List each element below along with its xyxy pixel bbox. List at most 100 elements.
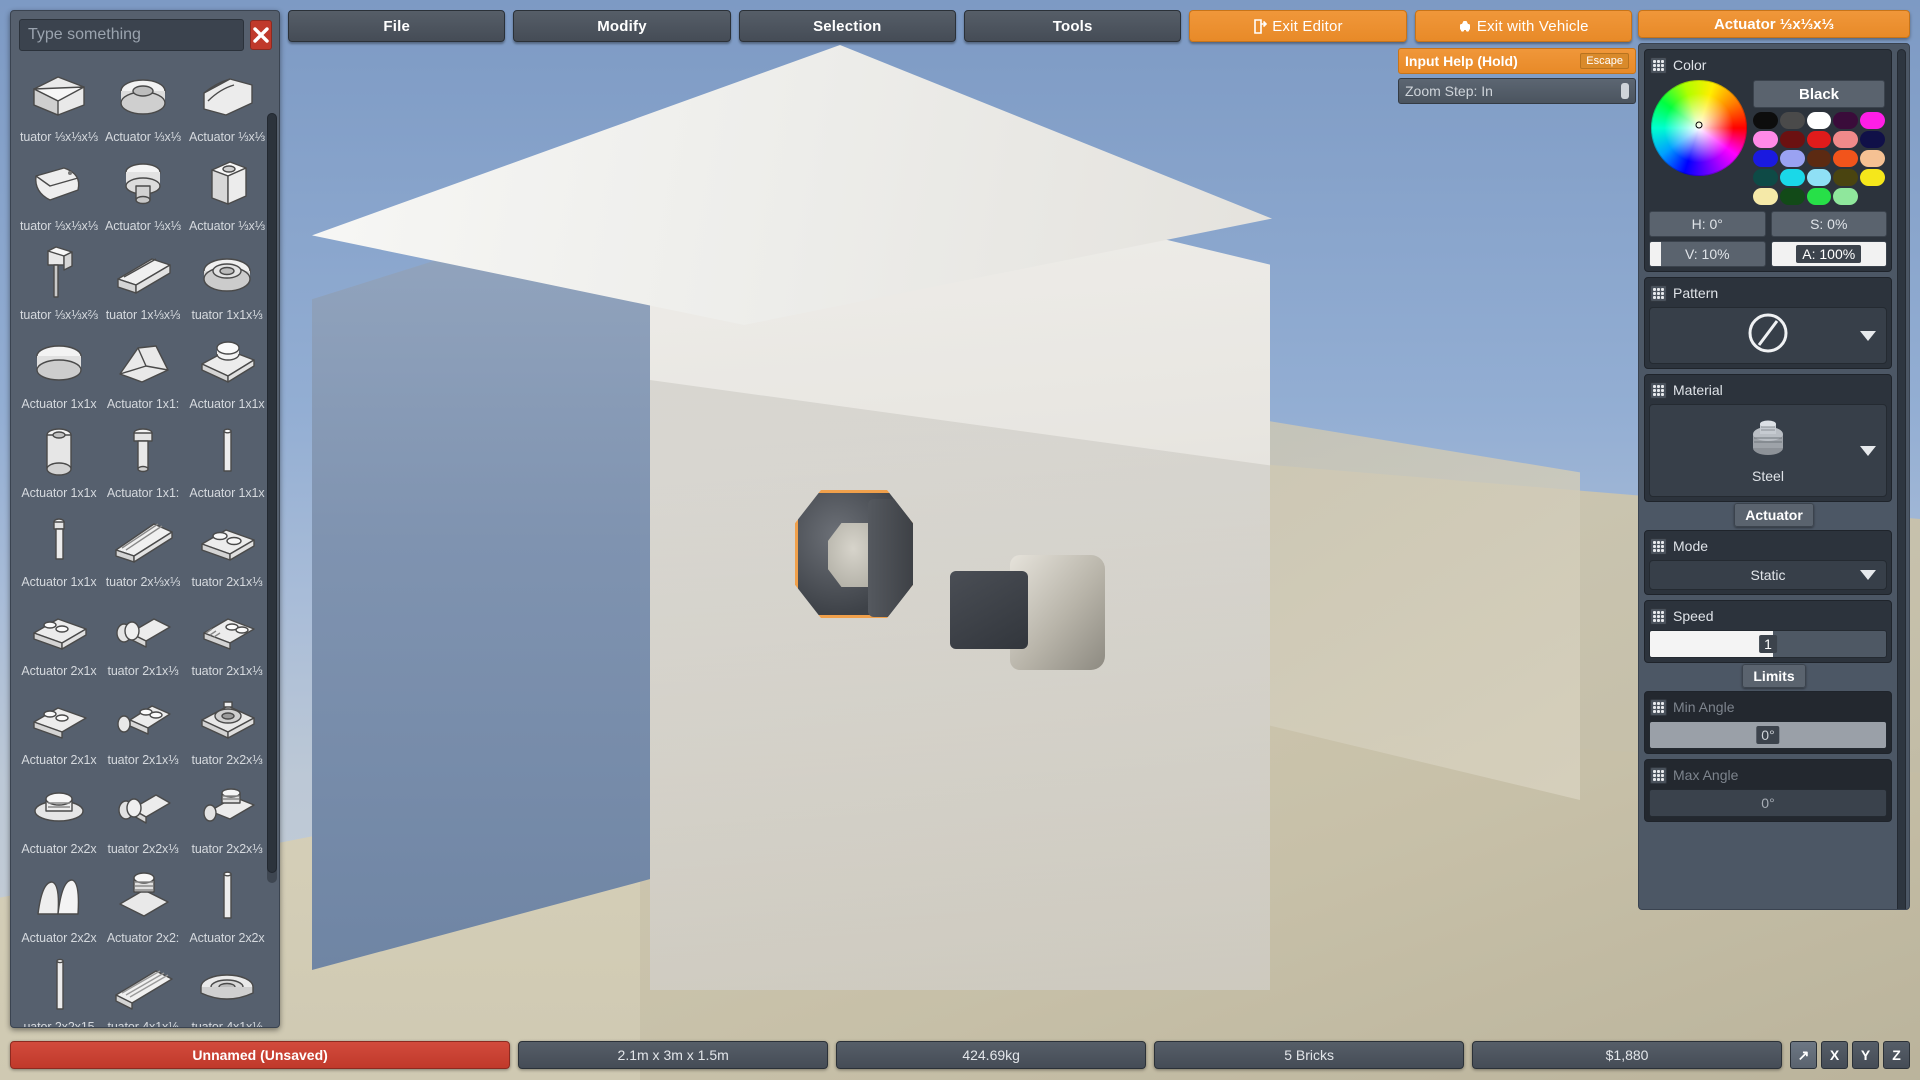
color-swatch[interactable] (1806, 169, 1832, 186)
grid-handle-icon[interactable] (1650, 56, 1667, 74)
palette-item[interactable]: tuator ⅓x⅓x⅓ (17, 146, 101, 235)
color-swatch[interactable] (1806, 112, 1832, 129)
grid-handle-icon[interactable] (1650, 537, 1667, 555)
palette-item[interactable]: Actuator ⅓x⅓ (101, 57, 185, 146)
color-swatch[interactable] (1860, 150, 1885, 167)
palette-item[interactable]: tuator 2x2x⅓ (101, 769, 185, 858)
palette-item[interactable]: Actuator 2x2x (185, 858, 269, 947)
palette-item[interactable]: tuator 2x⅓x⅓ (101, 502, 185, 591)
color-swatch[interactable] (1833, 150, 1859, 167)
palette-item[interactable]: tuator 4x1x⅓ (101, 947, 185, 1027)
color-swatch[interactable] (1753, 131, 1778, 148)
color-name-button[interactable]: Black (1753, 80, 1885, 108)
palette-item[interactable]: tuator 4x1x⅓ (185, 947, 269, 1027)
menu-button-modify[interactable]: Modify (513, 10, 731, 42)
grid-handle-icon[interactable] (1650, 284, 1667, 302)
limits-button[interactable]: Limits (1742, 664, 1806, 688)
axis-x-button[interactable]: X (1821, 1041, 1849, 1069)
max-angle-slider[interactable]: 0° (1649, 789, 1887, 817)
3d-viewport[interactable] (0, 0, 1920, 1080)
color-swatch[interactable] (1753, 169, 1778, 186)
palette-item[interactable]: Actuator ⅓x⅓ (185, 57, 269, 146)
palette-item[interactable]: Actuator 1x1x (17, 324, 101, 413)
axis-y-button[interactable]: Y (1852, 1041, 1880, 1069)
hue-field[interactable]: H: 0° (1649, 211, 1766, 237)
color-swatch[interactable] (1806, 150, 1832, 167)
color-swatch[interactable] (1779, 150, 1805, 167)
color-swatch[interactable] (1833, 188, 1859, 205)
palette-item[interactable]: tuator ⅓x⅓x⅓ (17, 57, 101, 146)
alpha-field[interactable]: A: 100% (1770, 241, 1887, 267)
palette-item[interactable]: uator 2x2x15 (17, 947, 101, 1027)
grid-handle-icon[interactable] (1650, 698, 1667, 716)
pattern-dropdown[interactable] (1649, 307, 1887, 364)
axis-z-button[interactable]: Z (1883, 1041, 1911, 1069)
color-swatch[interactable] (1779, 112, 1805, 129)
search-input[interactable] (19, 19, 244, 51)
menu-button-file[interactable]: File (288, 10, 506, 42)
palette-item[interactable]: Actuator 1x1x (17, 502, 101, 591)
grid-handle-icon[interactable] (1650, 607, 1667, 625)
palette-item[interactable]: Actuator ⅓x⅓ (101, 146, 185, 235)
properties-scrollbar-thumb[interactable] (1897, 49, 1906, 909)
palette-item[interactable]: Actuator 1x1x (17, 413, 101, 502)
selected-actuator-brick[interactable] (795, 490, 913, 618)
speed-slider[interactable]: 1 (1649, 630, 1887, 658)
color-swatch[interactable] (1833, 131, 1859, 148)
color-swatch[interactable] (1753, 112, 1778, 129)
color-swatch[interactable] (1833, 112, 1859, 129)
palette-item[interactable]: Actuator 2x2: (101, 858, 185, 947)
palette-item[interactable]: Actuator 1x1: (101, 413, 185, 502)
color-swatch[interactable] (1806, 131, 1832, 148)
input-help-row-zoom-step[interactable]: Zoom Step: In (1398, 78, 1636, 104)
color-swatch[interactable] (1753, 150, 1778, 167)
min-angle-slider[interactable]: 0° (1649, 721, 1887, 749)
input-help-header[interactable]: Input Help (Hold) Escape (1398, 48, 1636, 74)
color-swatch[interactable] (1860, 169, 1885, 186)
palette-item[interactable]: Actuator 2x2x (17, 858, 101, 947)
grid-handle-icon[interactable] (1650, 766, 1667, 784)
grid-handle-icon[interactable] (1650, 381, 1667, 399)
palette-item[interactable]: tuator 2x1x⅓ (185, 591, 269, 680)
palette-item[interactable]: Actuator 1x1x (185, 413, 269, 502)
menu-button-selection[interactable]: Selection (738, 10, 956, 42)
palette-item[interactable]: tuator 1x1x⅓ (185, 235, 269, 324)
palette-item[interactable]: Actuator 1x1x (185, 324, 269, 413)
actuator-button[interactable]: Actuator (1734, 503, 1814, 527)
color-swatch[interactable] (1806, 188, 1832, 205)
palette-item[interactable]: Actuator 2x1x (17, 591, 101, 680)
palette-item[interactable]: tuator 2x1x⅓ (101, 591, 185, 680)
color-swatch[interactable] (1860, 131, 1885, 148)
material-dropdown[interactable]: Steel (1649, 404, 1887, 497)
palette-item[interactable]: tuator ⅓x⅓x⅔ (17, 235, 101, 324)
palette-item[interactable]: Actuator 1x1: (101, 324, 185, 413)
palette-item[interactable]: tuator 2x1x⅓ (101, 680, 185, 769)
palette-item[interactable]: tuator 2x2x⅓ (185, 680, 269, 769)
color-swatch[interactable] (1779, 131, 1805, 148)
color-wheel-cursor[interactable] (1695, 121, 1703, 129)
vehicle-name-status[interactable]: Unnamed (Unsaved) (10, 1041, 511, 1069)
palette-item[interactable]: Actuator ⅓x⅓ (185, 146, 269, 235)
color-swatch[interactable] (1833, 169, 1859, 186)
palette-item[interactable]: tuator 2x1x⅓ (185, 502, 269, 591)
color-swatch[interactable] (1860, 112, 1885, 129)
menu-button-exit-with-vehicle[interactable]: Exit with Vehicle (1414, 10, 1632, 42)
palette-item[interactable]: Actuator 2x2x (17, 769, 101, 858)
menu-button-tools[interactable]: Tools (963, 10, 1182, 42)
saturation-field[interactable]: S: 0% (1770, 211, 1887, 237)
color-swatch[interactable] (1753, 188, 1778, 205)
color-swatch[interactable] (1779, 169, 1805, 186)
secondary-actuator-brick[interactable] (950, 555, 1105, 670)
palette-scrollbar-thumb[interactable] (267, 113, 277, 873)
palette-scroll-area[interactable]: tuator ⅓x⅓x⅓ Actuator ⅓x⅓ Actuator ⅓x⅓ tuat… (11, 57, 279, 1027)
palette-item[interactable]: Actuator 2x1x (17, 680, 101, 769)
axis-all-button[interactable]: ↗ (1790, 1041, 1818, 1069)
palette-item[interactable]: tuator 2x2x⅓ (185, 769, 269, 858)
color-wheel[interactable] (1651, 80, 1747, 176)
palette-item[interactable]: tuator 1x⅓x⅓ (101, 235, 185, 324)
value-field[interactable]: V: 10% (1649, 241, 1766, 267)
close-icon[interactable] (250, 20, 272, 50)
mode-dropdown[interactable]: Static (1649, 560, 1887, 590)
menu-button-exit-editor[interactable]: Exit Editor (1189, 10, 1407, 42)
color-swatch[interactable] (1779, 188, 1805, 205)
